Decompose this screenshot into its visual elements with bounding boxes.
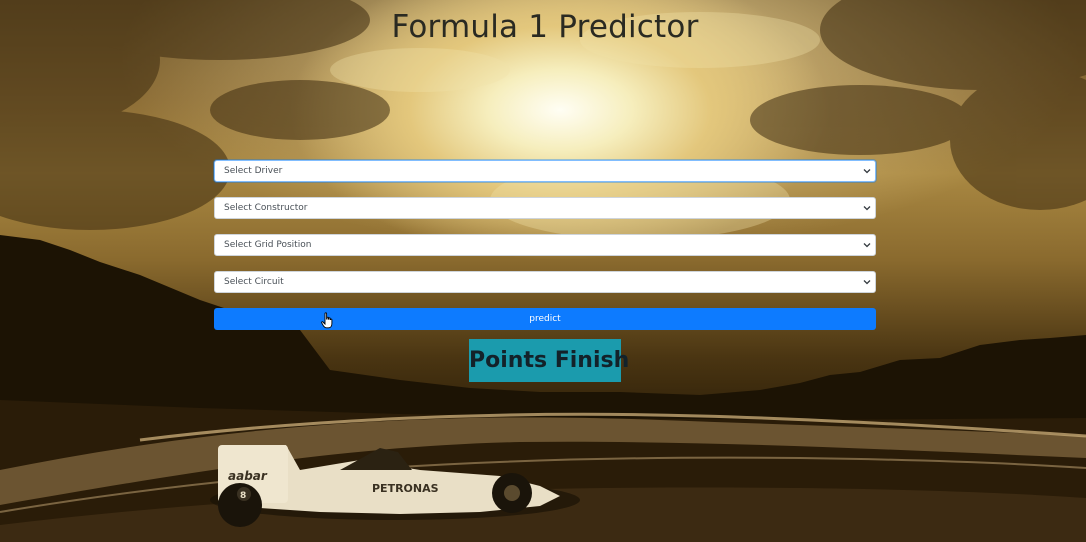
chevron-down-icon	[863, 243, 871, 248]
chevron-down-icon	[863, 169, 871, 174]
hand-pointer-icon	[321, 312, 333, 329]
circuit-select[interactable]: Select Circuit	[214, 271, 876, 293]
constructor-select[interactable]: Select Constructor	[214, 197, 876, 219]
grid-position-select[interactable]: Select Grid Position	[214, 234, 876, 256]
constructor-select-wrapper: Select Constructor	[214, 197, 876, 219]
svg-text:PETRONAS: PETRONAS	[372, 482, 439, 495]
page-background: aabar PETRONAS 8 Formula 1 Predictor Sel…	[0, 0, 1086, 542]
circuit-select-wrapper: Select Circuit	[214, 271, 876, 293]
page-title: Formula 1 Predictor	[391, 9, 699, 45]
driver-select[interactable]: Select Driver	[214, 160, 876, 182]
prediction-result: Points Finish	[469, 339, 629, 382]
predict-button[interactable]: predict	[214, 308, 876, 330]
chevron-down-icon	[863, 280, 871, 285]
grid-position-select-wrapper: Select Grid Position	[214, 234, 876, 256]
prediction-form: Select Driver Select Constructor Select …	[214, 160, 876, 330]
driver-select-wrapper: Select Driver	[214, 160, 876, 182]
svg-text:aabar: aabar	[228, 469, 268, 483]
chevron-down-icon	[863, 206, 871, 211]
svg-text:8: 8	[240, 491, 246, 501]
